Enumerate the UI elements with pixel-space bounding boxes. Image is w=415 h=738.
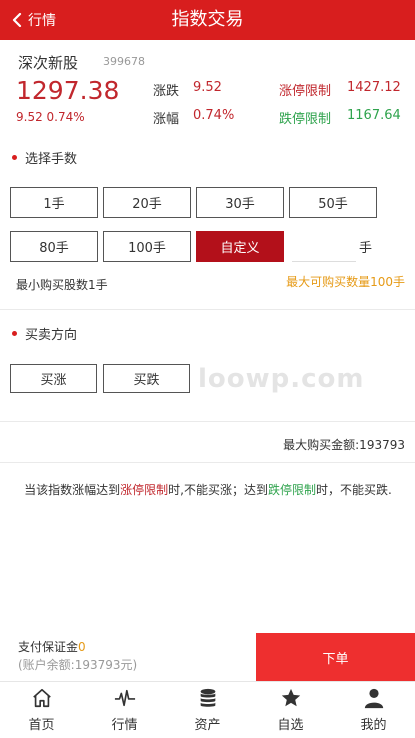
notice-part1: 当该指数涨幅达到 <box>24 483 121 497</box>
tab-assets-label: 资产 <box>194 718 221 733</box>
change-pct-label: 涨幅 <box>153 112 180 127</box>
user-icon <box>364 688 383 709</box>
trade-notice: 当该指数涨幅达到涨停限制时,不能买涨；达到跌停限制时，不能买跌. <box>10 480 406 500</box>
direction-section-title: 买卖方向 <box>12 324 77 343</box>
rise-fall-value: 9.52 <box>193 80 222 95</box>
min-lots-text: 最小购买股数1手 <box>16 278 108 292</box>
custom-lots-input[interactable] <box>292 232 356 262</box>
limit-down-label: 跌停限制 <box>279 112 332 127</box>
margin-label: 支付保证金0 <box>18 638 86 655</box>
lots-section-title: 选择手数 <box>12 148 77 167</box>
max-lots-text: 最大可购买数量100手 <box>286 275 405 289</box>
lots-section-label: 选择手数 <box>25 152 78 167</box>
stock-price: 1297.38 <box>16 76 120 105</box>
lot-option-custom[interactable]: 自定义 <box>196 231 284 262</box>
stock-code: 399678 <box>103 55 145 68</box>
tab-market-label: 行情 <box>111 718 138 733</box>
rise-fall-label: 涨跌 <box>153 84 180 99</box>
tab-profile-label: 我的 <box>360 718 387 733</box>
tab-home-label: 首页 <box>28 718 55 733</box>
limit-up-value: 1427.12 <box>347 80 401 95</box>
buy-up-button[interactable]: 买涨 <box>10 364 97 393</box>
tab-assets[interactable]: 资产 <box>166 682 249 738</box>
page-title: 指数交易 <box>171 9 244 30</box>
stock-change-line: 9.52 0.74% <box>16 110 85 124</box>
stock-name: 深次新股 <box>18 54 79 72</box>
limit-down-value: 1167.64 <box>347 108 401 123</box>
notice-part3: 时，不能买跌. <box>316 483 392 497</box>
star-icon <box>281 688 300 707</box>
tab-market[interactable]: 行情 <box>83 682 166 738</box>
notice-part2: 时,不能买涨；达到 <box>168 483 268 497</box>
account-balance: (账户余额:193793元) <box>18 658 138 672</box>
bullet-dot <box>12 331 17 336</box>
app-header: 行情 指数交易 <box>0 0 415 40</box>
limit-up-label: 涨停限制 <box>279 84 332 99</box>
direction-section-label: 买卖方向 <box>25 328 78 343</box>
change-pct-value: 0.74% <box>193 108 235 123</box>
lot-option-20[interactable]: 20手 <box>103 187 191 218</box>
lot-option-100[interactable]: 100手 <box>103 231 191 262</box>
lot-option-50[interactable]: 50手 <box>289 187 377 218</box>
margin-amount: 0 <box>78 640 86 654</box>
max-amount-text: 最大购买金额:193793 <box>283 438 405 452</box>
buy-down-button[interactable]: 买跌 <box>103 364 190 393</box>
margin-label-text: 支付保证金 <box>18 640 79 654</box>
section-divider <box>0 421 415 422</box>
custom-lots-unit: 手 <box>359 241 373 256</box>
notice-limit-up: 涨停限制 <box>120 483 169 497</box>
lot-option-1[interactable]: 1手 <box>10 187 98 218</box>
tab-watchlist[interactable]: 自选 <box>249 682 332 738</box>
place-order-button[interactable]: 下单 <box>256 633 415 681</box>
section-divider <box>0 462 415 463</box>
tab-watchlist-label: 自选 <box>277 718 304 733</box>
notice-limit-down: 跌停限制 <box>268 483 317 497</box>
bottom-tabbar: 首页 行情 资产 自选 我的 <box>0 681 415 738</box>
home-icon <box>32 688 51 708</box>
tab-home[interactable]: 首页 <box>0 682 83 738</box>
lot-option-30[interactable]: 30手 <box>196 187 284 218</box>
pulse-icon <box>114 689 135 707</box>
bullet-dot <box>12 155 17 160</box>
watermark-text: loowp.com <box>198 364 365 394</box>
coins-icon <box>200 688 215 707</box>
tab-profile[interactable]: 我的 <box>332 682 415 738</box>
section-divider <box>0 309 415 310</box>
lot-option-80[interactable]: 80手 <box>10 231 98 262</box>
